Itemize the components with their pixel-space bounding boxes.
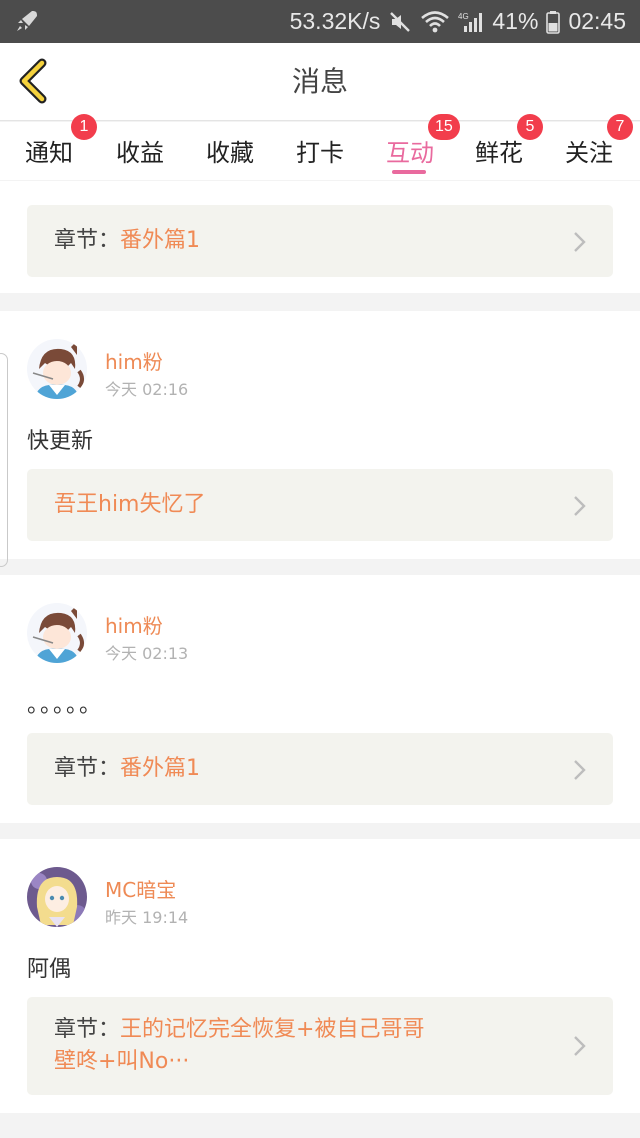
username[interactable]: him粉 [105,610,163,639]
message-card: MC暗宝 昨天 19:14 阿偶 章节：王的记忆完全恢复+被自己哥哥 壁咚+叫N… [0,839,640,1113]
chapter-title-continued: 壁咚+叫No··· [54,1049,190,1074]
tab-badge: 15 [428,114,460,140]
network-speed: 53.32K/s [289,8,381,34]
app-bar: 消息 [0,43,640,121]
chapter-title: 番外篇1 [120,228,201,253]
message-card: him粉 今天 02:16 快更新 吾王him失忆了 [0,311,640,559]
tab-label: 收益 [116,139,164,167]
mute-icon [390,11,411,32]
wifi-icon [421,10,450,32]
status-bar: 53.32K/s 4G 41% 02:45 [0,0,640,43]
username[interactable]: him粉 [105,346,163,375]
chevron-right-icon [574,496,586,516]
tab-label: 通知 [25,139,73,167]
message-card: him粉 今天 02:13 。。。。。 章节：番外篇1 [0,575,640,823]
avatar[interactable] [27,603,87,663]
tab-badge: 5 [517,114,543,140]
chapter-prefix: 章节： [54,228,121,253]
chapter-link[interactable]: 章节：番外篇1 [27,733,613,805]
chapter-title: 王的记忆完全恢复+被自己哥哥 [120,1017,425,1042]
avatar[interactable] [27,867,87,927]
comment-text: 。。。。。 [27,693,104,718]
username[interactable]: MC暗宝 [105,874,176,903]
svg-text:4G: 4G [458,12,469,21]
avatar-image [27,603,87,663]
tab-label: 关注 [565,139,613,167]
comment-text: 阿偶 [27,957,72,982]
chapter-title: 番外篇1 [120,756,201,781]
timestamp: 昨天 19:14 [105,908,189,927]
rocket-icon [17,11,37,31]
timestamp: 今天 02:16 [105,380,189,399]
chapter-prefix: 章节： [54,756,121,781]
tab-bar: 通知 1 收益 收藏 打卡 互动 15 鲜花 5 关注 7 [0,114,640,180]
chevron-right-icon [574,760,586,780]
chevron-right-icon [574,1036,586,1056]
page-title: 消息 [291,65,348,98]
battery-percent: 41% [492,8,539,34]
active-tab-indicator [392,170,426,174]
avatar[interactable] [27,339,87,399]
battery-icon [546,10,561,34]
clock: 02:45 [568,8,626,34]
comment-text: 快更新 [27,429,94,454]
tab-label: 鲜花 [475,139,523,167]
chapter-link[interactable]: 章节：番外篇1 [27,205,613,277]
tab-label: 打卡 [296,139,344,167]
chapter-prefix: 章节： [54,1017,121,1042]
avatar-image [27,867,87,927]
chevron-right-icon [574,232,586,252]
chapter-title: 吾王him失忆了 [54,492,206,517]
avatar-image [27,339,87,399]
tab-badge: 7 [607,114,633,140]
tab-label: 互动 [386,139,434,167]
tab-badge: 1 [71,114,97,140]
chapter-link[interactable]: 章节：王的记忆完全恢复+被自己哥哥 壁咚+叫No··· [27,997,613,1095]
message-card: 章节：番外篇1 [0,181,640,293]
signal-4g-icon: 4G [458,12,483,32]
tab-label: 收藏 [206,139,254,167]
timestamp: 今天 02:13 [105,644,189,663]
edge-drag-handle[interactable] [0,353,8,567]
chapter-link[interactable]: 吾王him失忆了 [27,469,613,541]
